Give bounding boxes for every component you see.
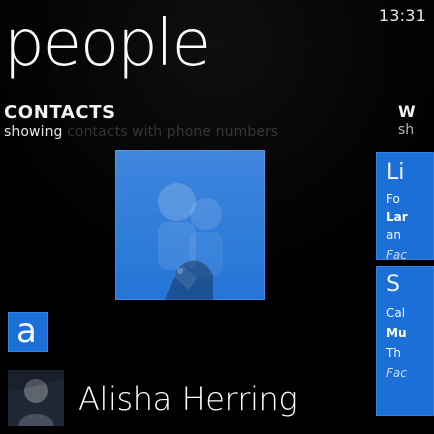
contact-name: Alisha Herring xyxy=(78,380,298,418)
status-time: 13:31 xyxy=(378,6,426,25)
peek-card-1-line-2: Lar xyxy=(386,210,408,224)
contact-photo xyxy=(8,370,64,426)
peek-subheader: sh xyxy=(398,122,415,138)
group-letter-tile[interactable]: a xyxy=(8,312,48,352)
section-subtitle-prefix: showing xyxy=(4,124,63,140)
peek-header: W xyxy=(398,102,416,121)
peek-card-2-line-3: Th xyxy=(386,346,401,360)
peek-card-2-line-1: Cal xyxy=(386,306,406,320)
peek-card-1-line-3: an xyxy=(386,228,401,242)
people-hub-tile[interactable] xyxy=(115,150,265,300)
peek-card-2-line-4: Fac xyxy=(386,366,407,380)
section-subtitle-suffix: contacts with phone numbers xyxy=(67,124,279,140)
peek-card-2-line-2: Mu xyxy=(386,326,407,340)
people-hub-icon xyxy=(115,150,265,300)
contact-avatar xyxy=(8,370,64,426)
contact-row[interactable]: Alisha Herring xyxy=(8,370,370,426)
group-letter: a xyxy=(16,311,37,351)
right-peek-panel: W sh Li Fo Lar an Fac S Cal Mu Th Fac xyxy=(376,96,434,416)
people-hub-screen: 13:31 people CONTACTS showing contacts w… xyxy=(0,0,434,434)
peek-card-2[interactable]: S Cal Mu Th Fac xyxy=(376,266,434,416)
app-title: people xyxy=(4,7,211,81)
section-subtitle: showing contacts with phone numbers xyxy=(4,124,278,140)
peek-card-1-line-4: Fac xyxy=(386,248,407,262)
peek-card-2-title: S xyxy=(386,272,400,297)
peek-card-1-line-1: Fo xyxy=(386,192,400,206)
peek-card-1[interactable]: Li Fo Lar an Fac xyxy=(376,152,434,262)
peek-card-1-title: Li xyxy=(386,160,405,185)
section-title: CONTACTS xyxy=(4,102,116,123)
